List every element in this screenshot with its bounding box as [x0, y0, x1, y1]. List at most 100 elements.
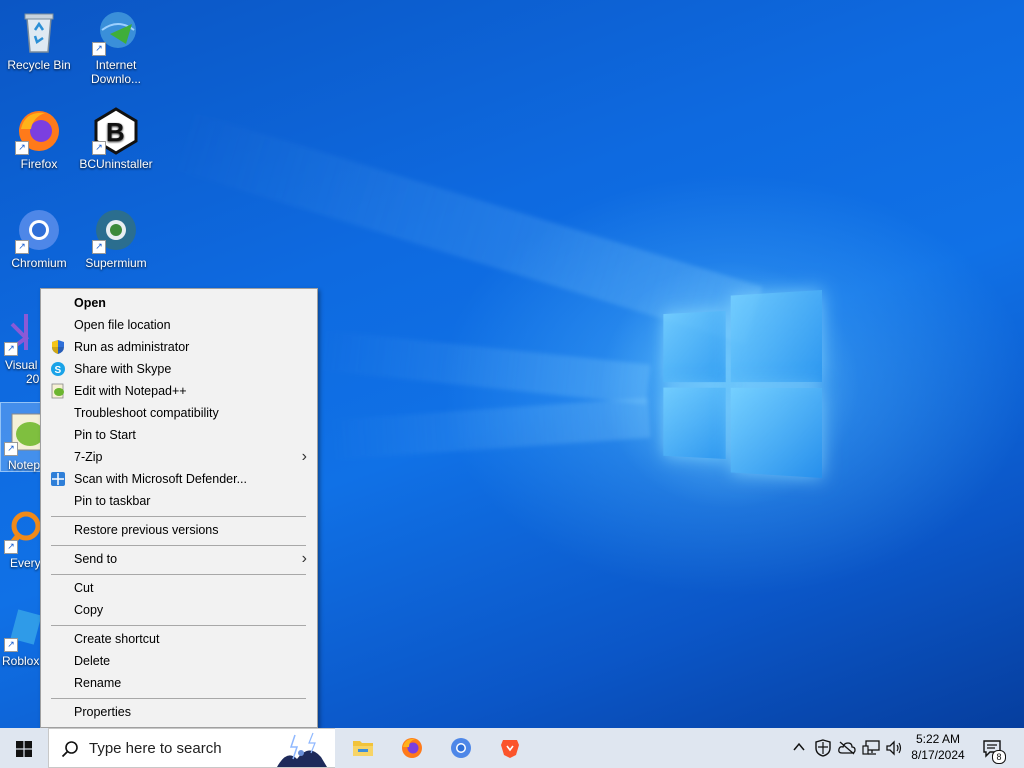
desktop-icon-recycle-bin[interactable]: Recycle Bin [1, 8, 77, 72]
desktop-icon-bcuninstaller[interactable]: B ↗ BCUninstaller [78, 107, 154, 171]
menu-item-label: Scan with Microsoft Defender... [74, 472, 247, 486]
menu-item-run-as-administrator[interactable]: Run as administrator [41, 336, 317, 358]
menu-separator [51, 698, 306, 699]
menu-item-label: Send to [74, 552, 118, 566]
menu-item-open[interactable]: Open [41, 292, 317, 314]
taskbar: Type here to search 5:22 AM 8/17/2024 8 [0, 728, 1024, 768]
search-placeholder: Type here to search [89, 740, 222, 757]
taskbar-firefox[interactable] [389, 728, 435, 768]
menu-item-share-with-skype[interactable]: S Share with Skype [41, 358, 317, 380]
menu-item-label: Copy [74, 603, 104, 617]
icon-label: Chromium [11, 256, 67, 270]
taskbar-search-box[interactable]: Type here to search [48, 728, 335, 768]
desktop-icon-internet-download-manager[interactable]: ↗ Internet Downlo... [78, 8, 154, 86]
menu-item-label: Delete [74, 654, 111, 668]
firefox-icon [402, 738, 422, 758]
menu-item-pin-to-start[interactable]: Pin to Start [41, 424, 317, 446]
shortcut-arrow-icon: ↗ [15, 240, 29, 254]
taskbar-chromium[interactable] [438, 728, 484, 768]
supermium-icon: ↗ [92, 206, 140, 254]
menu-item-label: Edit with Notepad++ [74, 384, 187, 398]
menu-item-troubleshoot-compatibility[interactable]: Troubleshoot compatibility [41, 402, 317, 424]
taskbar-file-explorer[interactable] [340, 728, 386, 768]
context-menu: Open Open file location Run as administr… [40, 288, 318, 728]
shortcut-arrow-icon: ↗ [4, 638, 18, 652]
tray-defender[interactable] [812, 728, 834, 768]
desktop-icon-firefox[interactable]: ↗ Firefox [1, 107, 77, 171]
submenu-arrow-icon: › [301, 448, 307, 465]
chromium-icon [451, 738, 471, 758]
start-button[interactable] [0, 728, 48, 768]
menu-item-cut[interactable]: Cut [41, 577, 317, 599]
shortcut-arrow-icon: ↗ [92, 240, 106, 254]
search-highlight-image [257, 729, 335, 767]
taskbar-clock[interactable]: 5:22 AM 8/17/2024 [906, 731, 970, 763]
shortcut-arrow-icon: ↗ [15, 141, 29, 155]
menu-separator [51, 625, 306, 626]
svg-text:S: S [55, 365, 62, 376]
menu-item-label: Open file location [74, 318, 171, 332]
desktop-icon-chromium[interactable]: ↗ Chromium [1, 206, 77, 270]
menu-item-label: Pin to taskbar [74, 494, 151, 508]
icon-label: Supermium [85, 256, 147, 270]
menu-item-label: Rename [74, 676, 122, 690]
chevron-up-icon [793, 742, 805, 751]
menu-item-properties[interactable]: Properties [41, 701, 317, 723]
icon-label: Recycle Bin [7, 58, 71, 72]
tray-onedrive[interactable] [836, 728, 858, 768]
menu-item-edit-with-notepad-plus-plus[interactable]: Edit with Notepad++ [41, 380, 317, 402]
menu-item-delete[interactable]: Delete [41, 650, 317, 672]
svg-text:B: B [106, 117, 125, 147]
menu-item-label: Share with Skype [74, 362, 172, 376]
menu-item-label: Troubleshoot compatibility [74, 406, 219, 420]
defender-shield-icon [815, 739, 831, 757]
submenu-arrow-icon: › [301, 550, 307, 567]
menu-item-label: Create shortcut [74, 632, 160, 646]
chromium-icon: ↗ [15, 206, 63, 254]
notification-count-badge: 8 [992, 750, 1006, 764]
file-explorer-icon [353, 741, 373, 756]
show-hidden-icons-button[interactable] [789, 728, 809, 768]
menu-item-open-file-location[interactable]: Open file location [41, 314, 317, 336]
shortcut-arrow-icon: ↗ [4, 442, 18, 456]
clock-date: 8/17/2024 [911, 748, 965, 762]
menu-separator [51, 574, 306, 575]
shortcut-arrow-icon: ↗ [4, 540, 18, 554]
notepad-plus-plus-icon [51, 383, 64, 399]
tray-volume[interactable] [884, 728, 906, 768]
defender-icon [51, 472, 65, 486]
uac-shield-icon [52, 340, 64, 354]
menu-item-restore-previous-versions[interactable]: Restore previous versions [41, 519, 317, 541]
menu-separator [51, 545, 306, 546]
taskbar-brave[interactable] [487, 728, 533, 768]
volume-icon [886, 740, 902, 756]
shortcut-arrow-icon: ↗ [92, 42, 106, 56]
tray-network[interactable] [860, 728, 882, 768]
firefox-icon: ↗ [15, 107, 63, 155]
menu-item-rename[interactable]: Rename [41, 672, 317, 694]
windows-start-icon [16, 741, 32, 757]
network-icon [862, 740, 880, 755]
shortcut-arrow-icon: ↗ [4, 342, 18, 356]
icon-label: Internet Downlo... [90, 58, 142, 86]
icon-label: BCUninstaller [79, 157, 153, 171]
menu-item-copy[interactable]: Copy [41, 599, 317, 621]
shortcut-arrow-icon: ↗ [92, 141, 106, 155]
menu-item-pin-to-taskbar[interactable]: Pin to taskbar [41, 490, 317, 512]
menu-item-7-zip[interactable]: 7-Zip › [41, 446, 317, 468]
desktop-icon-supermium[interactable]: ↗ Supermium [78, 206, 154, 270]
action-center-button[interactable]: 8 [978, 728, 1008, 768]
onedrive-cloud-off-icon [838, 741, 856, 755]
menu-item-send-to[interactable]: Send to › [41, 548, 317, 570]
menu-item-label: Pin to Start [74, 428, 136, 442]
menu-item-create-shortcut[interactable]: Create shortcut [41, 628, 317, 650]
clock-time: 5:22 AM [915, 732, 961, 746]
menu-item-label: Run as administrator [74, 340, 190, 354]
menu-item-label: 7-Zip [74, 450, 103, 464]
windows-logo-wallpaper [663, 290, 822, 478]
menu-item-scan-with-microsoft-defender[interactable]: Scan with Microsoft Defender... [41, 468, 317, 490]
menu-item-label: Restore previous versions [74, 523, 219, 537]
icon-label: Firefox [20, 157, 58, 171]
search-icon [61, 741, 78, 758]
recycle-bin-icon [15, 8, 63, 56]
